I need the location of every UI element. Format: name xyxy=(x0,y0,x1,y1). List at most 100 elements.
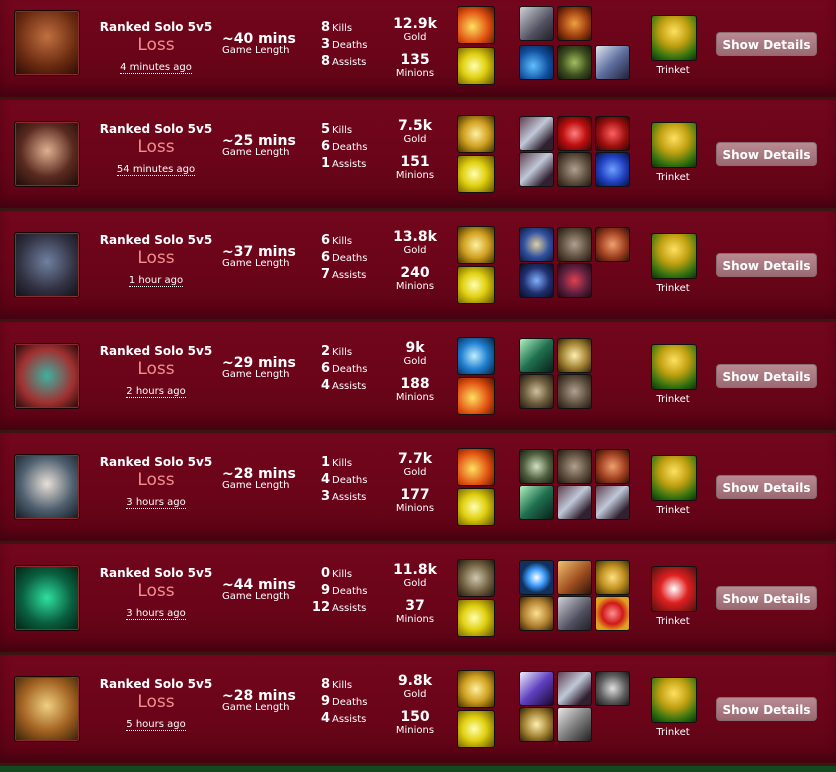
item-icon-cloak[interactable] xyxy=(595,152,630,187)
item-icon-bow[interactable] xyxy=(595,116,630,151)
spell-icon-ignite[interactable] xyxy=(457,448,495,486)
item-icon-longsword[interactable] xyxy=(595,485,630,520)
game-info: Ranked Solo 5v5 Loss 54 minutes ago xyxy=(92,122,220,176)
item-icon-boots[interactable] xyxy=(557,449,592,484)
spell-icon-flash[interactable] xyxy=(457,599,495,637)
champion-portrait-shadow-icon xyxy=(14,565,80,631)
deaths-stat: 9 Deaths xyxy=(300,691,380,709)
assists-label: Assists xyxy=(332,270,367,281)
time-ago[interactable]: 4 minutes ago xyxy=(120,62,192,74)
item-icon-blade-gold[interactable] xyxy=(519,707,554,742)
item-icon-boots-blue[interactable] xyxy=(519,45,554,80)
show-details-button[interactable]: Show Details xyxy=(716,253,817,277)
item-icon-boots-gold[interactable] xyxy=(519,596,554,631)
item-icon-blade-gold[interactable] xyxy=(557,338,592,373)
trinket-icon-red[interactable] xyxy=(651,566,697,612)
match-row: Ranked Solo 5v5 Loss 3 hours ago ~44 mins Ga… xyxy=(0,544,836,655)
time-ago[interactable]: 3 hours ago xyxy=(126,497,186,509)
item-icon-shield[interactable] xyxy=(557,596,592,631)
time-ago[interactable]: 54 minutes ago xyxy=(116,164,196,176)
item-icon-sword-winged[interactable] xyxy=(595,45,630,80)
item-icon-orb-red[interactable] xyxy=(595,596,630,631)
spell-icon-flash[interactable] xyxy=(457,710,495,748)
spell-icon-ignite[interactable] xyxy=(457,377,495,415)
item-icon-longsword[interactable] xyxy=(519,116,554,151)
item-icon-hat[interactable] xyxy=(557,263,592,298)
spell-icon-heal[interactable] xyxy=(457,226,495,264)
item-icon-axe-spiked[interactable] xyxy=(595,671,630,706)
item-icon-boots[interactable] xyxy=(557,227,592,262)
item-icon-longsword[interactable] xyxy=(557,485,592,520)
item-icon-potion[interactable] xyxy=(557,116,592,151)
gold-minions: 13.8k Gold 240 Minions xyxy=(384,230,446,302)
item-icon-dagger-green[interactable] xyxy=(519,338,554,373)
item-icon-dagger-green[interactable] xyxy=(519,485,554,520)
item-icon-axe[interactable] xyxy=(595,449,630,484)
spell-icon-flash[interactable] xyxy=(457,155,495,193)
deaths-stat: 9 Deaths xyxy=(300,580,380,598)
item-icon-shield[interactable] xyxy=(519,6,554,41)
kda-stats: 0 Kills 9 Deaths 12 Assists xyxy=(300,563,380,615)
item-icon-blade-purple[interactable] xyxy=(519,671,554,706)
match-row: Ranked Solo 5v5 Loss 2 hours ago ~29 mins Ga… xyxy=(0,322,836,433)
trinket-icon-yellow[interactable] xyxy=(651,15,697,61)
trinket-icon-yellow[interactable] xyxy=(651,233,697,279)
trinket-icon-yellow[interactable] xyxy=(651,455,697,501)
time-ago[interactable]: 5 hours ago xyxy=(126,719,186,731)
show-details-button[interactable]: Show Details xyxy=(716,586,817,610)
item-icon-boots[interactable] xyxy=(557,374,592,409)
spell-icon-flash[interactable] xyxy=(457,266,495,304)
item-icon-longsword[interactable] xyxy=(557,671,592,706)
item-icon-boots-green[interactable] xyxy=(557,45,592,80)
item-icon-staff[interactable] xyxy=(519,263,554,298)
show-details-button[interactable]: Show Details xyxy=(716,364,817,388)
gold-label: Gold xyxy=(403,578,427,589)
item-icon-axe[interactable] xyxy=(595,227,630,262)
item-icon-shield-round[interactable] xyxy=(519,374,554,409)
show-details-button[interactable]: Show Details xyxy=(716,475,817,499)
show-details-button[interactable]: Show Details xyxy=(716,142,817,166)
time-ago[interactable]: 3 hours ago xyxy=(126,608,186,620)
minions-label: Minions xyxy=(395,725,435,736)
item-icon-armor[interactable] xyxy=(557,6,592,41)
spell-icon-exhaust[interactable] xyxy=(457,559,495,597)
deaths-stat: 6 Deaths xyxy=(300,136,380,154)
trinket-icon-yellow[interactable] xyxy=(651,122,697,168)
spell-icon-flash[interactable] xyxy=(457,47,495,85)
champion-portrait-pirate-icon xyxy=(14,10,80,76)
assists-count: 12 xyxy=(311,600,330,615)
assists-label: Assists xyxy=(332,603,367,614)
gold-label: Gold xyxy=(403,689,427,700)
item-icon-armor-gold[interactable] xyxy=(557,560,592,595)
game-length: ~29 mins Game Length xyxy=(222,355,302,380)
game-info: Ranked Solo 5v5 Loss 2 hours ago xyxy=(92,344,220,398)
game-length: ~37 mins Game Length xyxy=(222,244,302,269)
spell-icon-heal[interactable] xyxy=(457,670,495,708)
spell-icon-ignite[interactable] xyxy=(457,6,495,44)
item-icon-longsword[interactable] xyxy=(519,152,554,187)
spell-icon-heal[interactable] xyxy=(457,115,495,153)
match-row: Ranked Solo 5v5 Loss 5 hours ago ~28 mins Ga… xyxy=(0,655,836,766)
show-details-button[interactable]: Show Details xyxy=(716,697,817,721)
champion-portrait-sniper-icon xyxy=(14,121,80,187)
minions-label: Minions xyxy=(395,68,435,79)
minions-value: 135 xyxy=(400,52,430,68)
champion-portrait-yordle-icon xyxy=(14,343,80,409)
show-details-button[interactable]: Show Details xyxy=(716,32,817,56)
time-ago[interactable]: 1 hour ago xyxy=(128,275,184,287)
gold-label: Gold xyxy=(403,467,427,478)
trinket-icon-yellow[interactable] xyxy=(651,344,697,390)
item-icon-greatsword[interactable] xyxy=(557,707,592,742)
item-icon-orb-gold[interactable] xyxy=(595,560,630,595)
gold-minions: 11.8k Gold 37 Minions xyxy=(384,563,446,635)
item-icon-gauntlet[interactable] xyxy=(519,449,554,484)
gold-value: 7.5k xyxy=(397,118,433,134)
match-result: Loss xyxy=(137,35,175,55)
trinket-icon-yellow[interactable] xyxy=(651,677,697,723)
time-ago[interactable]: 2 hours ago xyxy=(126,386,186,398)
spell-icon-flash[interactable] xyxy=(457,488,495,526)
item-icon-hourglass[interactable] xyxy=(519,227,554,262)
item-icon-eye[interactable] xyxy=(519,560,554,595)
item-icon-boots[interactable] xyxy=(557,152,592,187)
spell-icon-ghost[interactable] xyxy=(457,337,495,375)
